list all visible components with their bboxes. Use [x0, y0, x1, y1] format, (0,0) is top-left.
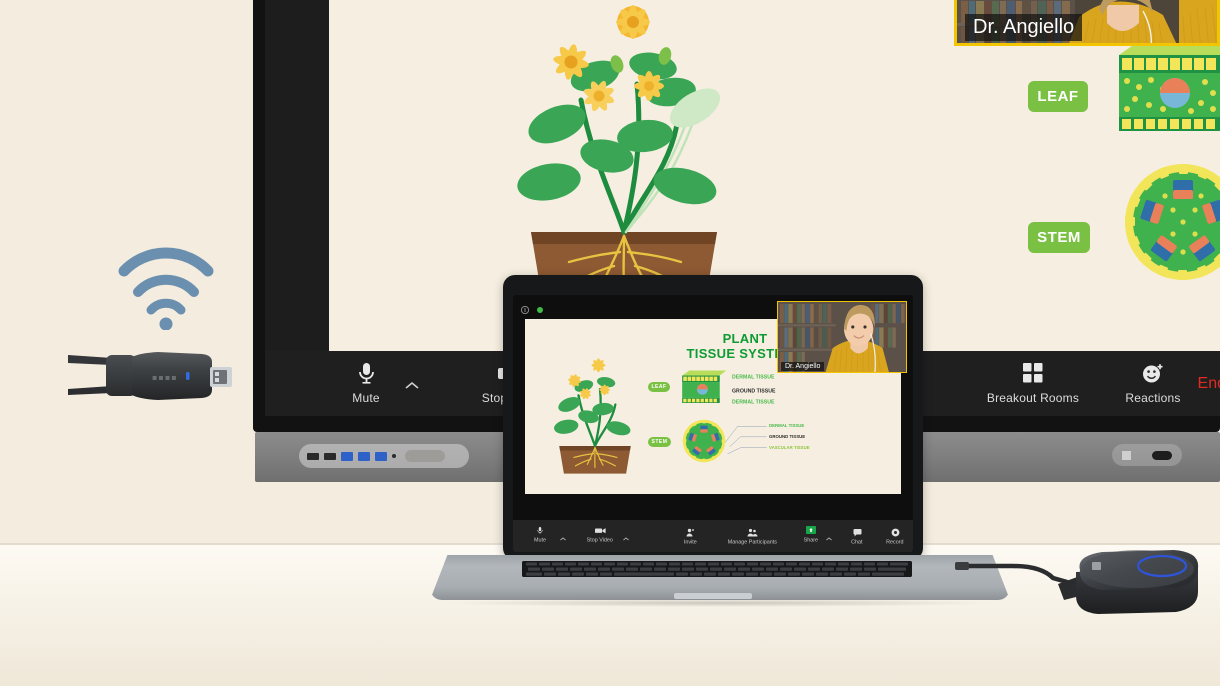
laptop-record-label: Record [886, 539, 904, 546]
laptop-stop-video-label: Stop Video [586, 536, 614, 543]
chat-bubble-icon [853, 528, 862, 537]
laptop-chat-button[interactable]: Chat [846, 528, 868, 546]
laptop-share-group[interactable]: Share [799, 526, 832, 546]
laptop-chat-label: Chat [851, 539, 863, 546]
ir-sensor [1151, 450, 1172, 460]
wireless-usb-transmitter[interactable]: ▪▪▪▪ [66, 345, 242, 407]
plant-illustration [517, 5, 721, 304]
laptop-stem-label-vascular: VASCULAR TISSUE [769, 445, 810, 451]
laptop-presenter-video-tile[interactable]: Dr. Angiello [777, 301, 907, 373]
recording-status-dot [537, 307, 543, 313]
laptop-plant-illustration [554, 358, 631, 474]
laptop-presenter-name-label: Dr. Angiello [781, 362, 825, 371]
laptop-manage-participants-label: Manage Participants [727, 539, 777, 546]
chevron-up-icon-mute[interactable] [405, 379, 419, 393]
laptop-meeting-toolbar: Mute Stop Video Invite Manage Participan… [513, 520, 913, 552]
laptop-stem-diagram [682, 419, 726, 463]
laptop-share-label: Share [803, 536, 819, 543]
port-usb-blue-3 [375, 451, 387, 461]
wireless-presentation-button[interactable] [1058, 542, 1218, 624]
laptop-base [430, 555, 1010, 607]
laptop-leaf-label-ground: GROUND TISSUE [732, 388, 776, 394]
power-indicator-icon [1122, 450, 1132, 460]
chevron-up-icon-laptop-share[interactable] [826, 528, 832, 546]
port-hdmi [324, 452, 336, 460]
laptop-stop-video-button[interactable]: Stop Video [580, 526, 620, 543]
dongle-led [186, 372, 190, 380]
video-camera-icon [594, 526, 606, 534]
port-usb-blue-2 [358, 451, 370, 461]
laptop-video-group[interactable]: Stop Video [580, 526, 629, 546]
toolbar-reactions-button[interactable]: Reactions [1113, 362, 1193, 405]
toolbar-mute-label: Mute [352, 391, 380, 405]
record-circle-icon [891, 528, 900, 537]
port-usb-c [307, 452, 319, 460]
laptop-record-button[interactable]: Record [882, 528, 908, 546]
toolbar-reactions-label: Reactions [1125, 391, 1181, 405]
leaf-cross-section-diagram [1119, 41, 1220, 131]
laptop-mute-label: Mute [534, 536, 546, 543]
presenter-video-tile[interactable]: Dr. Angiello [954, 0, 1220, 46]
stem-cross-section-diagram [1125, 164, 1220, 280]
laptop-badge-leaf-label: LEAF [651, 384, 667, 390]
laptop-keyboard[interactable] [522, 561, 912, 577]
laptop-mute-button[interactable]: Mute [523, 526, 557, 543]
laptop-stem-leaders [725, 426, 767, 455]
laptop-leaf-label-dermal-top: DERMAL TISSUE [732, 374, 775, 380]
person-plus-icon [686, 529, 695, 537]
presenter-name-label: Dr. Angiello [965, 14, 1083, 41]
microphone-icon [358, 362, 375, 384]
display-right-controls[interactable] [1112, 444, 1182, 466]
people-icon [747, 529, 758, 537]
badge-stem-label: STEM [1037, 229, 1081, 246]
wifi-icon-upright [118, 245, 214, 330]
badge-leaf-label: LEAF [1037, 88, 1079, 105]
laptop-badge-stem: STEM [648, 437, 671, 447]
toolbar-mute-group[interactable]: Mute [329, 362, 419, 405]
chevron-up-icon-laptop-video[interactable] [623, 528, 629, 546]
laptop-badge-leaf: LEAF [648, 382, 670, 392]
meeting-info-icon[interactable] [520, 301, 530, 319]
badge-stem: STEM [1028, 222, 1090, 253]
share-screen-icon [806, 526, 816, 534]
laptop-invite-button[interactable]: Invite [677, 529, 703, 546]
laptop-leaf-label-dermal-bottom: DERMAL TISSUE [732, 399, 775, 405]
grid-squares-icon [1023, 362, 1043, 384]
puck-icon [1092, 562, 1101, 570]
microphone-icon [537, 526, 543, 534]
laptop-base-shadow [436, 599, 1004, 607]
laptop-screen: PLANT TISSUE SYSTEMS LEAF STEM DERMAL TI… [513, 295, 913, 552]
laptop-manage-participants-button[interactable]: Manage Participants [723, 529, 781, 546]
badge-leaf: LEAF [1028, 81, 1088, 112]
laptop-mute-group[interactable]: Mute [523, 526, 566, 546]
toolbar-mute-button[interactable]: Mute [329, 362, 403, 405]
dongle-brand-mark: ▪▪▪▪ [152, 373, 178, 382]
laptop-badge-stem-label: STEM [651, 439, 668, 445]
laptop: PLANT TISSUE SYSTEMS LEAF STEM DERMAL TI… [430, 275, 1010, 620]
chevron-up-icon-laptop-mute[interactable] [560, 528, 566, 546]
laptop-stem-label-ground: GROUND TISSUE [769, 434, 806, 440]
laptop-lid: PLANT TISSUE SYSTEMS LEAF STEM DERMAL TI… [503, 275, 923, 560]
laptop-leaf-diagram [682, 370, 727, 404]
laptop-share-button[interactable]: Share [799, 526, 823, 543]
port-usb-blue [341, 451, 353, 461]
laptop-invite-label: Invite [683, 539, 697, 546]
smiley-plus-icon [1142, 362, 1164, 384]
usb-cable [955, 562, 1070, 585]
scene-root: ▪▪▪▪ LEAF STEM Mute Stop Breakout Rooms … [0, 0, 1220, 686]
port-reset [392, 454, 396, 458]
toolbar-end-button[interactable]: End [1198, 375, 1220, 393]
laptop-stem-label-dermal: DERMAL TISSUE [769, 423, 805, 429]
